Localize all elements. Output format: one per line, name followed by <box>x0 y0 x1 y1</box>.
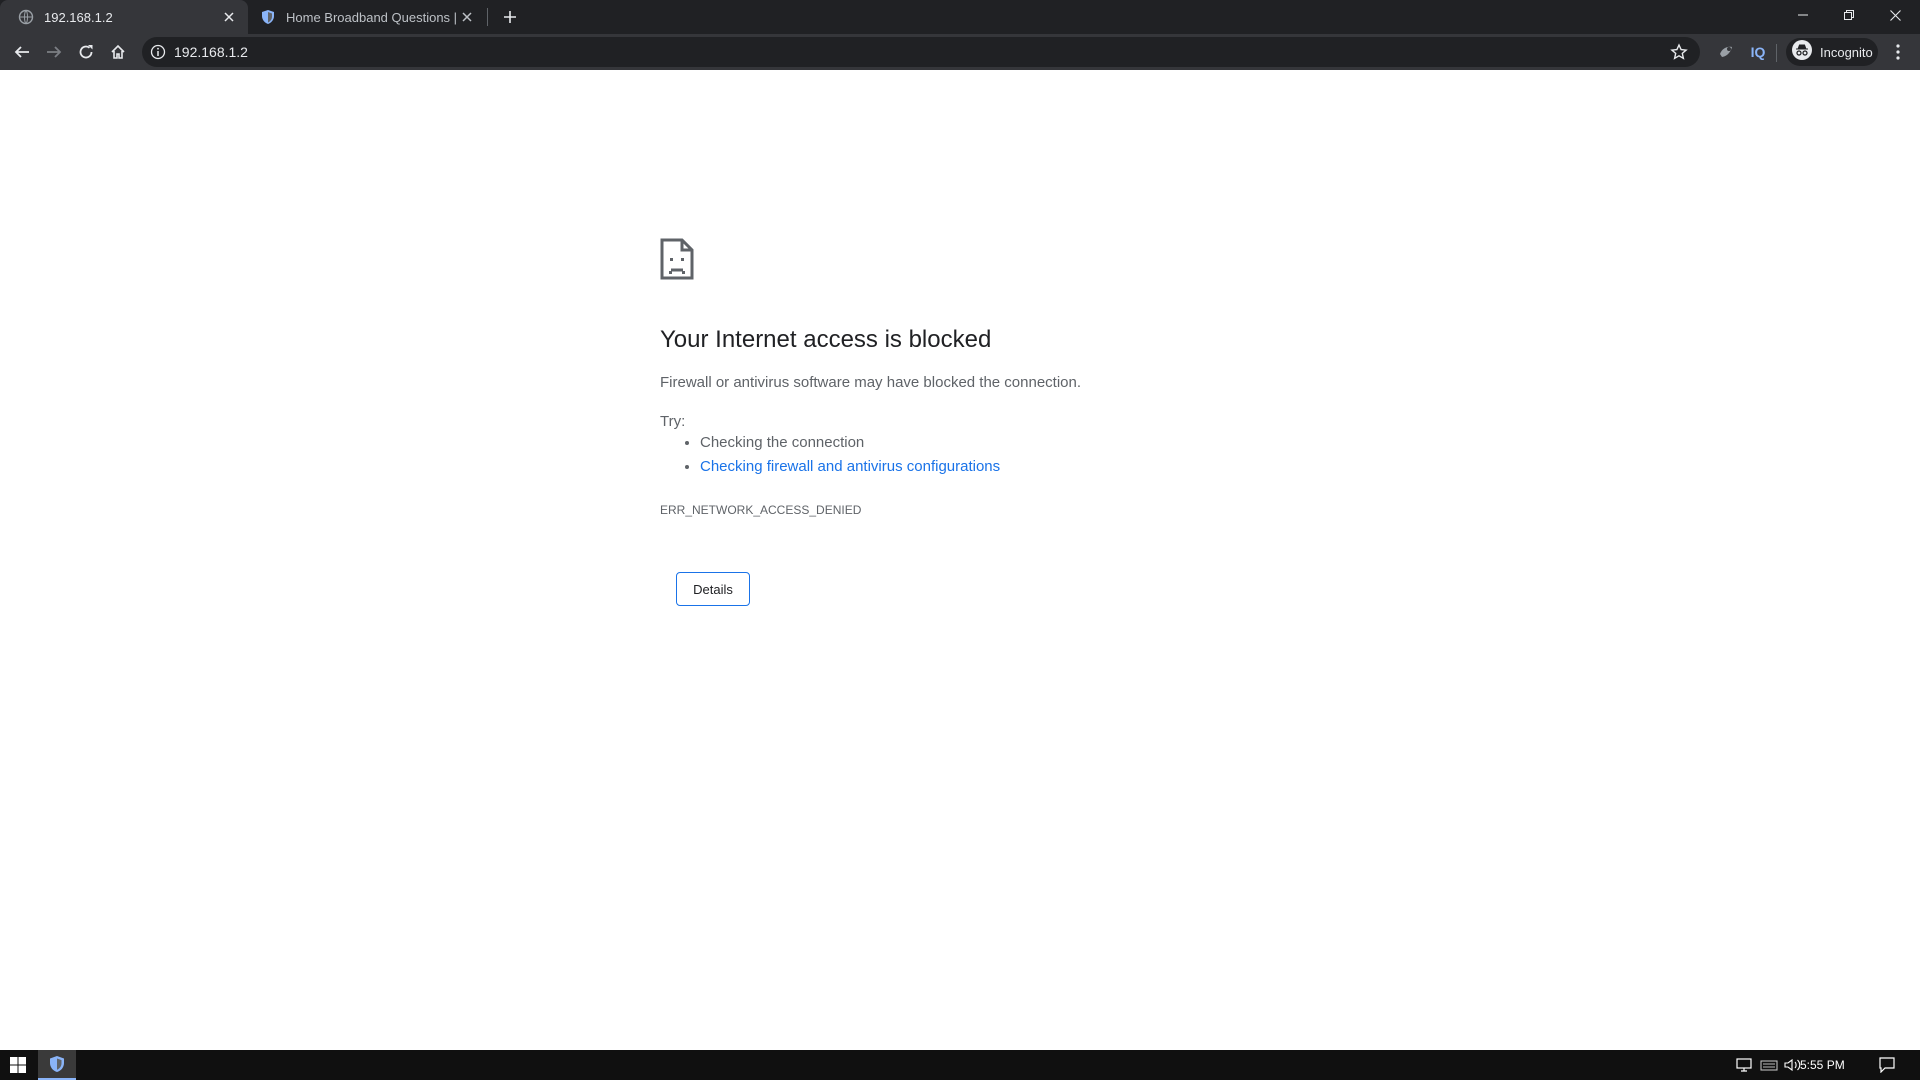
tab-divider <box>487 8 488 26</box>
incognito-icon <box>1792 39 1812 65</box>
forward-button[interactable] <box>40 38 68 66</box>
taskbar-browser-app[interactable] <box>38 1050 76 1080</box>
try-label: Try: <box>660 413 686 430</box>
minimize-button[interactable] <box>1780 0 1826 30</box>
windows-start-button[interactable] <box>0 1050 36 1080</box>
suggestion-check-connection: Checking the connection <box>700 434 865 451</box>
keyboard-tray-icon[interactable] <box>1760 1056 1778 1074</box>
home-button[interactable] <box>104 38 132 66</box>
list-item: Checking firewall and antivirus configur… <box>700 455 1000 479</box>
suggestions-list: Checking the connection Checking firewal… <box>660 431 1000 479</box>
extension-icon[interactable] <box>1712 38 1740 66</box>
close-tab-icon[interactable] <box>220 8 238 26</box>
browser-toolbar: 192.168.1.2 IQ Incognito <box>0 34 1920 70</box>
close-window-button[interactable] <box>1872 0 1918 30</box>
incognito-label: Incognito <box>1820 44 1873 60</box>
taskbar-clock[interactable]: 5:55 PM <box>1800 1050 1845 1080</box>
menu-kebab-icon[interactable] <box>1886 38 1910 66</box>
shield-favicon-icon <box>260 9 276 25</box>
network-tray-icon[interactable] <box>1736 1056 1754 1074</box>
new-tab-button[interactable] <box>499 6 521 28</box>
tab-title: Home Broadband Questions | Pir <box>286 9 458 25</box>
toolbar-divider <box>1776 44 1777 62</box>
info-icon[interactable] <box>150 44 166 60</box>
details-button[interactable]: Details <box>676 572 750 606</box>
error-description: Firewall or antivirus software may have … <box>660 374 1082 391</box>
notification-center-icon[interactable] <box>1876 1054 1898 1076</box>
tab-active[interactable]: 192.168.1.2 <box>0 0 248 34</box>
error-code: ERR_NETWORK_ACCESS_DENIED <box>660 503 862 517</box>
address-bar[interactable]: 192.168.1.2 <box>142 37 1700 67</box>
error-heading: Your Internet access is blocked <box>660 326 992 353</box>
iq-extension-button[interactable]: IQ <box>1744 38 1772 66</box>
firewall-config-link[interactable]: Checking firewall and antivirus configur… <box>700 458 1000 475</box>
tab-title: 192.168.1.2 <box>44 9 113 25</box>
tab-inactive[interactable]: Home Broadband Questions | Pir <box>250 0 486 34</box>
globe-icon <box>18 9 34 25</box>
taskbar: 5:55 PM <box>0 1050 1920 1080</box>
restore-button[interactable] <box>1826 0 1872 30</box>
bookmark-star-icon[interactable] <box>1670 43 1688 61</box>
incognito-profile-button[interactable]: Incognito <box>1786 38 1878 66</box>
back-button[interactable] <box>8 38 36 66</box>
list-item: Checking the connection <box>700 431 1000 455</box>
tab-strip: 192.168.1.2 Home Broadband Questions | P… <box>0 0 1920 34</box>
url-text[interactable]: 192.168.1.2 <box>174 37 248 67</box>
reload-button[interactable] <box>72 38 100 66</box>
close-tab-icon[interactable] <box>458 8 476 26</box>
sad-page-icon <box>660 238 694 280</box>
